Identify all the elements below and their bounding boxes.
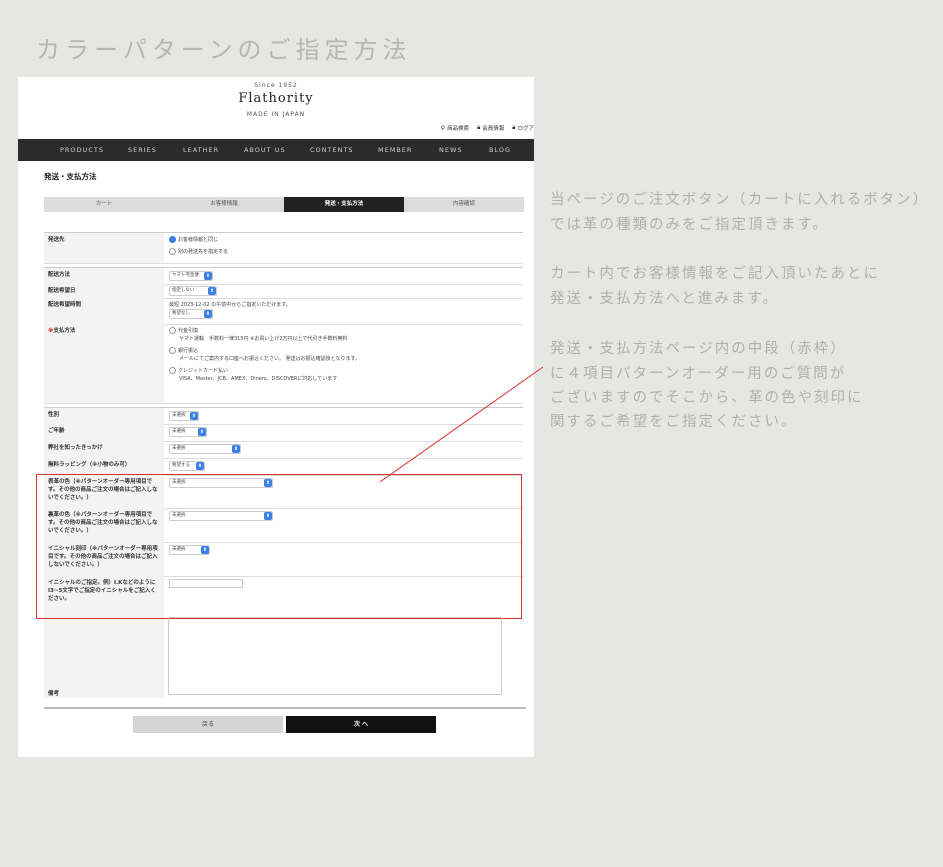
explanation-line-1: 当ページのご注文ボタン（カートに入れるボタン） <box>550 192 930 208</box>
explanation-line-5: 発送・支払方法へと進みます。 <box>550 291 779 307</box>
explanation-line-9: ございますのでそこから、革の色や刻印に <box>550 390 864 406</box>
explanation-line-7: 発送・支払方法ページ内の中段（赤枠） <box>550 341 847 357</box>
explanation-line-2: では革の種類のみをご指定頂きます。 <box>550 217 830 233</box>
explanation-line-10: 関するご希望をご指定ください。 <box>550 414 798 430</box>
explanation-line-4: カート内でお客様情報をご記入頂いたあとに <box>550 266 880 282</box>
explanation-line-8: に４項目パターンオーダー用のご質問が <box>550 366 847 382</box>
